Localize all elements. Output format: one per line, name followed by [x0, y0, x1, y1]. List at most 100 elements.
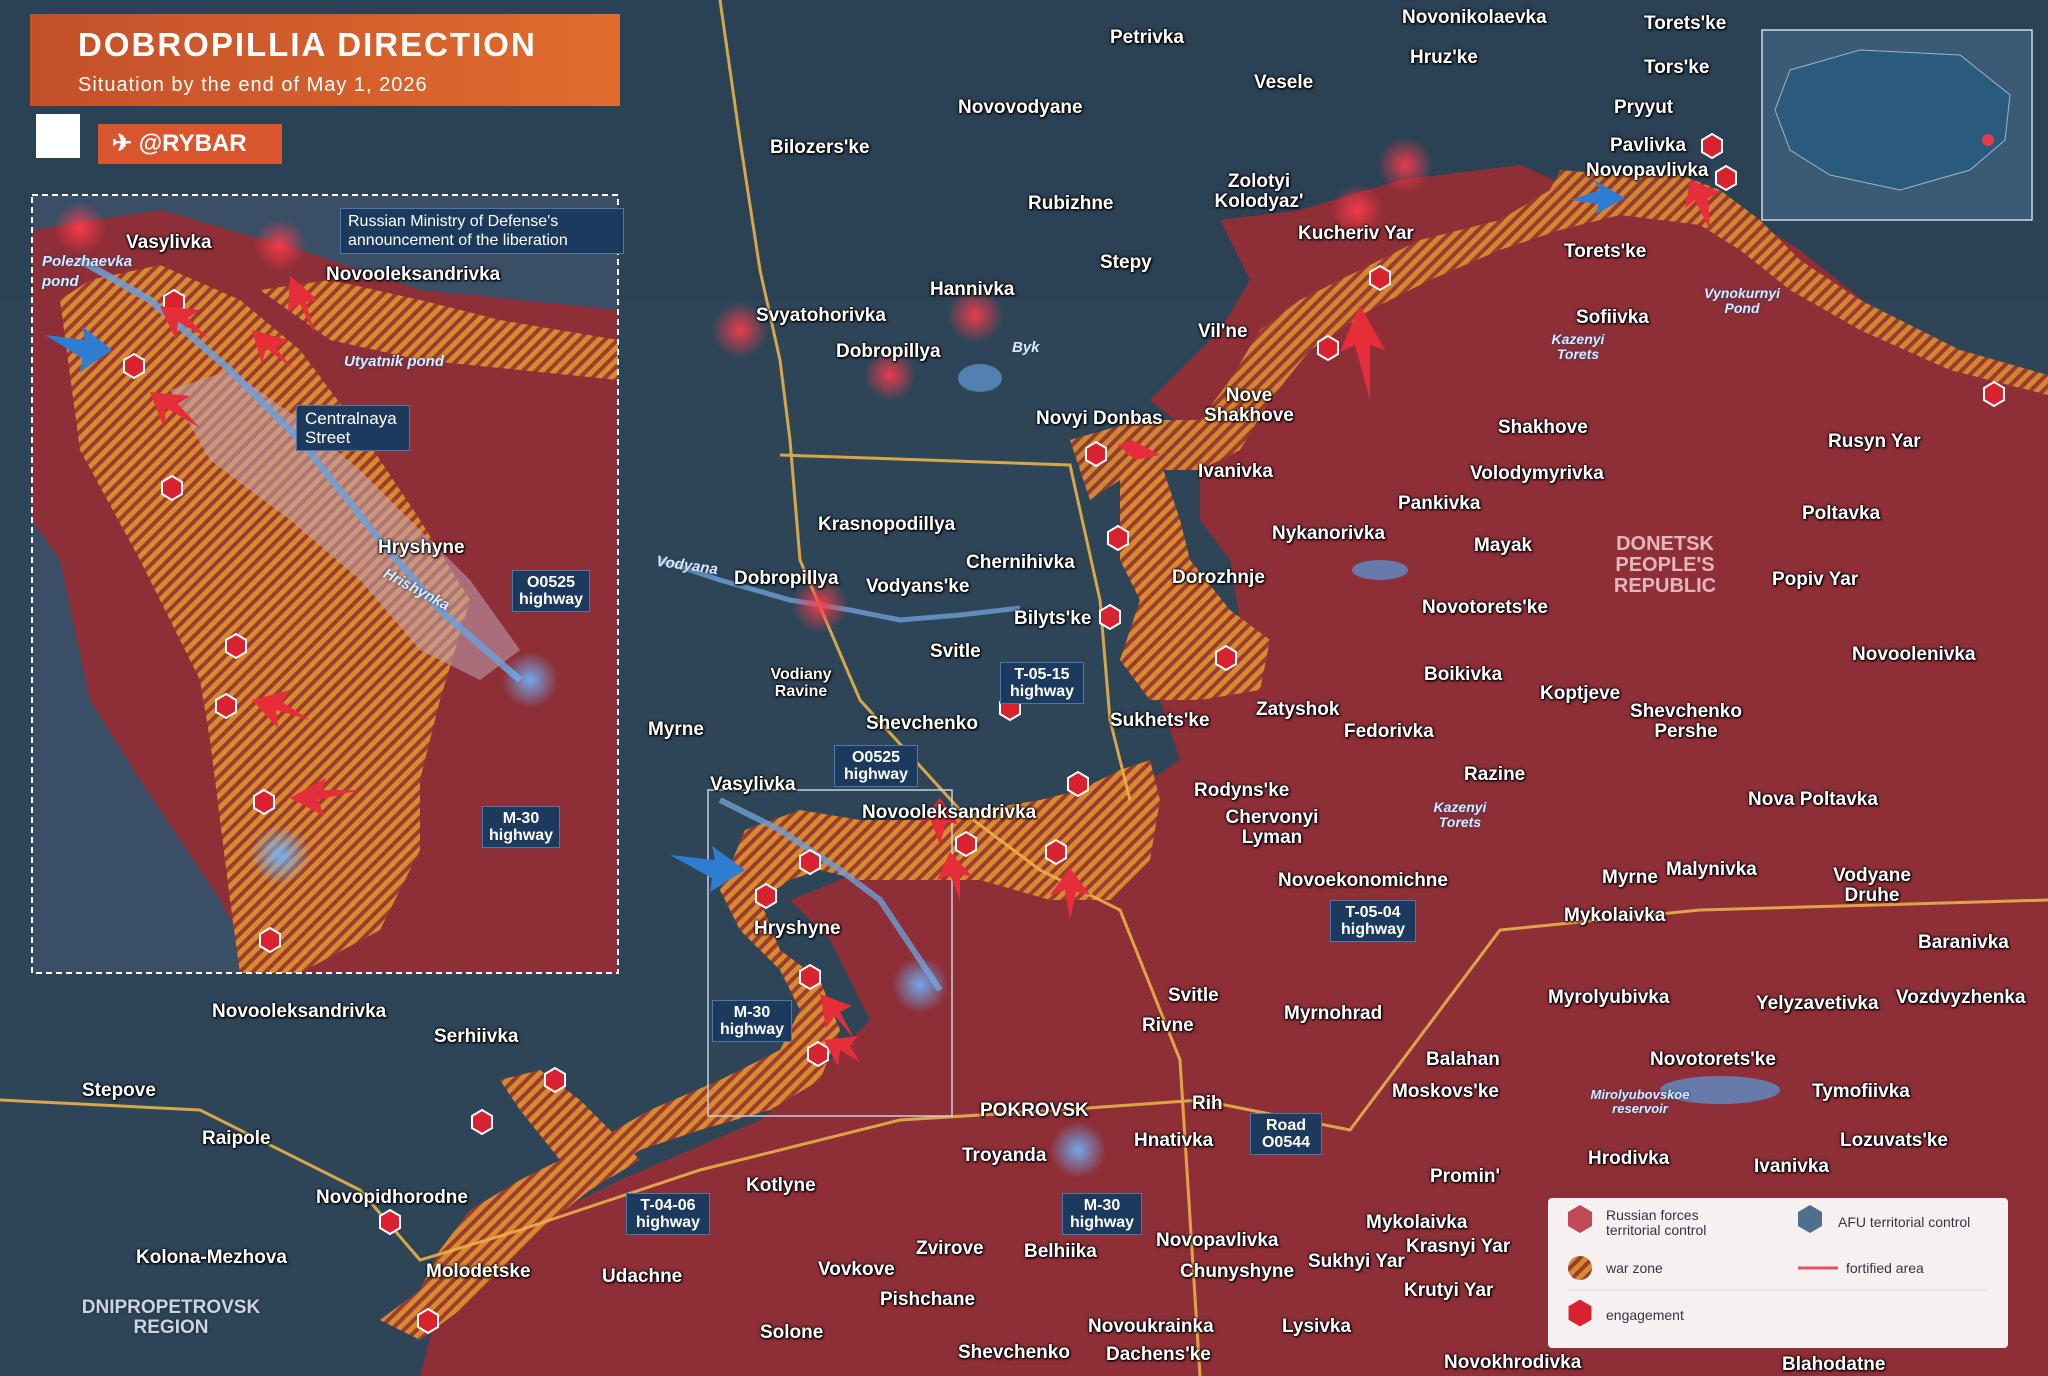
russian-hex-icon — [1568, 1205, 1592, 1233]
town-chernihivka: Chernihivka — [966, 552, 1075, 573]
t0515-highway: T-05-15 highway — [1000, 662, 1084, 704]
town-nove-shakhove: Nove Shakhove — [1204, 385, 1294, 426]
town-dorozhnje: Dorozhnje — [1172, 567, 1265, 588]
town-novoekonomichne: Novoekonomichne — [1278, 870, 1448, 891]
town-bilytske: Bilyts'ke — [1014, 608, 1092, 629]
town-hruzke: Hruz'ke — [1410, 47, 1478, 68]
town-novonikolaevka: Novonikolaevka — [1402, 7, 1547, 28]
town-chunyshyne: Chunyshyne — [1180, 1261, 1295, 1282]
centralnaya-street-label: Centralnaya Street — [296, 405, 410, 451]
town-novovodyane: Novovodyane — [958, 97, 1083, 118]
town-hnativka: Hnatіvka — [1134, 1130, 1214, 1151]
town-stepove: Stepove — [82, 1080, 156, 1101]
town-lysivka: Lysivka — [1282, 1316, 1352, 1337]
town-pokrovsk: POKROVSK — [980, 1100, 1089, 1121]
map-stage: DOBROPILLIA DIRECTION Situation by the e… — [0, 0, 2048, 1376]
inset-o0525-highway: O0525 highway — [512, 570, 590, 612]
town-stepy: Stepy — [1100, 252, 1152, 273]
qr-code-icon — [36, 114, 80, 158]
town-vilne: Vil'ne — [1198, 321, 1248, 342]
t0504-highway: T-05-04 highway — [1330, 900, 1416, 942]
telegram-icon: ✈ — [112, 130, 139, 157]
town-svyatohorivka: Svyatohorivka — [756, 305, 886, 326]
town-lozuvatske: Lozuvats'ke — [1840, 1130, 1948, 1151]
town-fedorivka: Fedorivka — [1344, 721, 1434, 742]
town-ivanivka-2: Ivanivka — [1754, 1156, 1829, 1177]
inset-polezhaevka-pond: Polezhaevka pond — [42, 253, 133, 290]
town-krutyi-yar: Krutyi Yar — [1404, 1280, 1494, 1301]
town-raipole: Raipole — [202, 1128, 271, 1149]
town-vesele: Vesele — [1254, 72, 1314, 93]
brand-handle[interactable]: ✈ @RYBAR — [98, 124, 282, 164]
minimap — [1761, 29, 2033, 221]
town-rodynske: Rodyns'ke — [1194, 780, 1290, 801]
town-pryyut: Pryyut — [1614, 97, 1674, 118]
inset-utyatnik-pond: Utyatnik pond — [344, 353, 444, 370]
town-vodyane-druhe: Vodyane Druhe — [1833, 865, 1911, 906]
town-koptjeve: Koptjeve — [1540, 683, 1621, 704]
inset-m30-highway: M-30 highway — [482, 806, 560, 848]
town-novyi-donbas: Novyi Donbas — [1036, 408, 1163, 429]
town-nova-poltavka: Nova Poltavka — [1748, 789, 1878, 810]
page-title: DOBROPILLIA DIRECTION — [78, 26, 537, 63]
town-razine: Razine — [1464, 764, 1526, 785]
page-subtitle: Situation by the end of May 1, 2026 — [78, 74, 428, 96]
town-dobropillya: Dobropillya — [734, 568, 839, 589]
town-myrnohrad: Myrnohrad — [1284, 1003, 1383, 1024]
m30-highway-a: M-30 highway — [712, 1000, 792, 1042]
town-torske: Tors'ke — [1644, 57, 1710, 78]
town-svitle-2: Svitle — [1168, 985, 1219, 1006]
liberation-note: Russian Ministry of Defense's announceme… — [340, 208, 624, 254]
inset-town-vasylivka: Vasylivka — [126, 232, 212, 253]
m30-highway-b: M-30 highway — [1062, 1193, 1142, 1235]
town-boikivka: Boikivka — [1424, 664, 1503, 685]
legend-afu: AFU territorial control — [1838, 1214, 1971, 1230]
header-banner: DOBROPILLIA DIRECTION Situation by the e… — [30, 14, 620, 106]
town-yelyzavetivka: Yelyzavetivka — [1756, 993, 1879, 1014]
legend-russian: Russian forces territorial control — [1606, 1207, 1707, 1238]
vodiany-ravine-label: Vodiany Ravine — [770, 666, 832, 700]
town-bilozerske: Bilozers'ke — [770, 137, 870, 158]
town-moskovske: Moskovs'ke — [1392, 1081, 1499, 1102]
town-novoukrainka: Novoukrainka — [1088, 1316, 1214, 1337]
town-udachne: Udachne — [602, 1266, 683, 1287]
region-dnipropetrovsk: DNIPROPETROVSK REGION — [81, 1297, 261, 1338]
town-myrolyubivka: Myrolyubivka — [1548, 987, 1670, 1008]
engagement-icon — [1567, 1298, 1593, 1328]
town-novoolenivka: Novoolenivka — [1852, 644, 1976, 665]
legend-engagement: engagement — [1606, 1307, 1684, 1323]
town-troyanda: Troyanda — [962, 1145, 1047, 1166]
town-rivne: Rivne — [1142, 1015, 1194, 1036]
town-mykolaivka-2: Mykolaivka — [1366, 1212, 1468, 1233]
town-rubizhne: Rubizhne — [1028, 193, 1114, 214]
town-mykolaivka: Mykolaivka — [1564, 905, 1666, 926]
town-vovkove: Vovkove — [818, 1259, 895, 1280]
town-krasnopodillya: Krasnopodillya — [818, 514, 956, 535]
town-kucheriv-yar: Kucheriv Yar — [1298, 223, 1414, 244]
town-toretske-2: Torets'ke — [1564, 241, 1647, 262]
town-novopavlivka: Novopavlivka — [1156, 1230, 1279, 1251]
town-mayak: Mayak — [1474, 535, 1533, 556]
road-o0544: Road O0544 — [1250, 1113, 1322, 1155]
town-hannivka: Hannivka — [930, 279, 1015, 300]
town-shevchenko: Shevchenko — [866, 713, 978, 734]
town-sukhyi-yar: Sukhyi Yar — [1308, 1251, 1405, 1272]
town-myrne-e: Myrne — [1602, 867, 1658, 888]
town-blahodatne: Blahodatne — [1782, 1354, 1886, 1375]
water-vynokurnyi-pond: Vynokurnyi Pond — [1704, 285, 1780, 316]
town-molodetske: Molodetske — [426, 1261, 531, 1282]
town-vodyanske: Vodyans'ke — [866, 576, 970, 597]
town-novotoretske-2: Novotorets'ke — [1650, 1049, 1776, 1070]
water-kazenyi-torets-2: Kazenyi Torets — [1433, 799, 1487, 830]
legend-warzone: war zone — [1606, 1260, 1663, 1276]
town-hrodivka: Hrodivka — [1588, 1148, 1670, 1169]
town-serhiivka: Serhiivka — [434, 1026, 519, 1047]
town-balahan: Balahan — [1426, 1049, 1500, 1070]
inset-town-hryshyne: Hryshyne — [378, 537, 465, 558]
town-malynivka: Malynivka — [1666, 859, 1757, 880]
inset-town-novooleksandrivka: Novooleksandrivka — [326, 264, 501, 285]
town-chervonyi-lyman: Chervonyi Lyman — [1225, 807, 1319, 848]
town-shakhove: Shakhove — [1498, 417, 1588, 438]
town-novooleksandrivka: Novooleksandrivka — [862, 802, 1037, 823]
town-nykanorivka: Nykanorivka — [1272, 523, 1386, 544]
